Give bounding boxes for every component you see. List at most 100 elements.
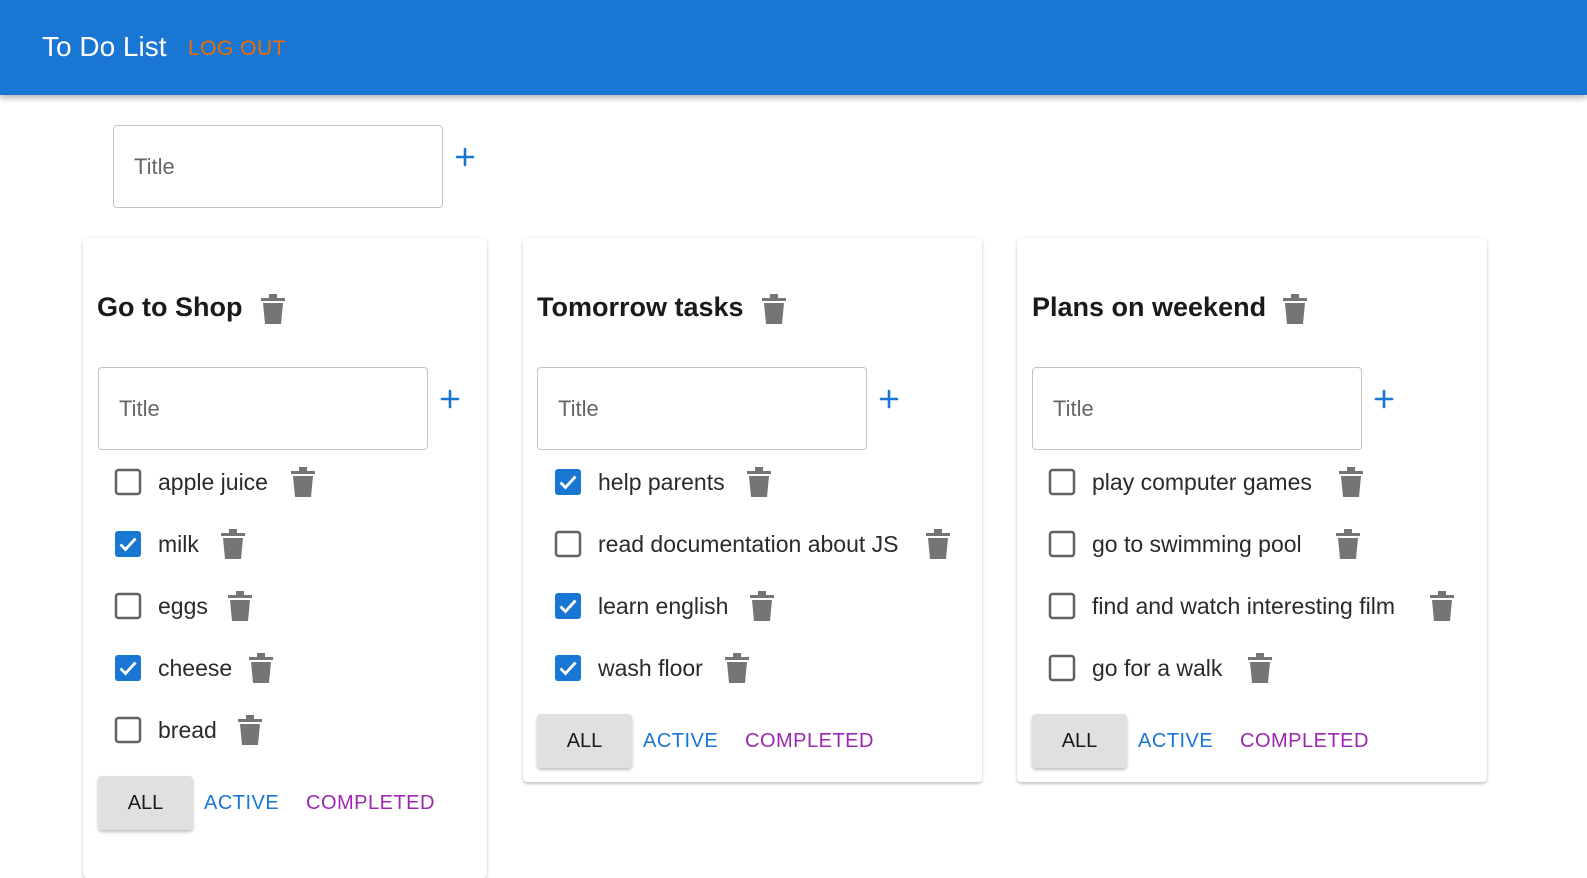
trash-icon	[1283, 294, 1307, 324]
trash-icon	[750, 591, 774, 621]
task-label: bread	[158, 717, 217, 743]
task-checkbox[interactable]	[114, 716, 142, 744]
trash-icon	[238, 715, 262, 745]
plus-icon	[455, 147, 475, 167]
unchecked-box-icon	[1048, 592, 1076, 620]
delete-list-button[interactable]	[762, 294, 786, 324]
delete-task-button[interactable]	[750, 591, 774, 621]
delete-task-button[interactable]	[1430, 591, 1454, 621]
trash-icon	[1248, 653, 1272, 683]
task-item: play computer games	[1048, 462, 1468, 502]
task-label: find and watch interesting film	[1092, 593, 1395, 619]
add-task-button[interactable]	[872, 382, 906, 416]
task-label: apple juice	[158, 469, 268, 495]
task-checkbox[interactable]	[554, 592, 582, 620]
task-title-field[interactable]	[537, 367, 867, 450]
task-label: help parents	[598, 469, 725, 495]
task-item: wash floor	[554, 648, 954, 688]
task-title-field[interactable]	[98, 367, 428, 450]
delete-task-button[interactable]	[291, 467, 315, 497]
task-item: apple juice	[114, 462, 414, 502]
task-checkbox[interactable]	[114, 654, 142, 682]
unchecked-box-icon	[114, 716, 142, 744]
trash-icon	[762, 294, 786, 324]
filter-active-button[interactable]: ACTIVE	[204, 791, 279, 815]
delete-task-button[interactable]	[228, 591, 252, 621]
task-label: cheese	[158, 655, 233, 681]
task-checkbox[interactable]	[554, 530, 582, 558]
list-title: Go to Shop	[97, 292, 243, 322]
todo-list-card: Tomorrow tasks help parents read documen…	[523, 238, 982, 782]
filter-all-button[interactable]: ALL	[1032, 714, 1127, 768]
task-checkbox[interactable]	[1048, 654, 1076, 682]
checked-box-icon	[115, 655, 141, 681]
task-title-field[interactable]	[1032, 367, 1362, 450]
unchecked-box-icon	[114, 468, 142, 496]
filter-completed-button[interactable]: COMPLETED	[306, 791, 435, 815]
add-task-button[interactable]	[1367, 382, 1401, 416]
todo-list-card: Plans on weekend play computer games go …	[1017, 238, 1487, 782]
delete-task-button[interactable]	[221, 529, 245, 559]
task-checkbox[interactable]	[1048, 530, 1076, 558]
add-list-button[interactable]	[448, 140, 482, 174]
task-checkbox[interactable]	[1048, 468, 1076, 496]
task-title-input[interactable]	[99, 368, 427, 449]
todo-list-card: Go to Shop apple juice milk eggs	[83, 238, 487, 878]
plus-icon	[879, 389, 899, 409]
list-title: Plans on weekend	[1032, 292, 1267, 322]
filter-all-button[interactable]: ALL	[537, 714, 632, 768]
add-task-button[interactable]	[433, 382, 467, 416]
new-list-title-input[interactable]	[114, 126, 442, 207]
task-checkbox[interactable]	[554, 654, 582, 682]
delete-task-button[interactable]	[747, 467, 771, 497]
delete-task-button[interactable]	[926, 529, 950, 559]
task-item: go for a walk	[1048, 648, 1468, 688]
delete-task-button[interactable]	[1339, 467, 1363, 497]
filter-completed-button[interactable]: COMPLETED	[1240, 729, 1369, 753]
filter-active-button[interactable]: ACTIVE	[1138, 729, 1213, 753]
unchecked-box-icon	[114, 592, 142, 620]
delete-list-button[interactable]	[261, 294, 285, 324]
app-bar: To Do List LOG OUT	[0, 0, 1587, 95]
trash-icon	[747, 467, 771, 497]
delete-task-button[interactable]	[249, 653, 273, 683]
delete-task-button[interactable]	[1336, 529, 1360, 559]
task-checkbox[interactable]	[114, 592, 142, 620]
plus-icon	[440, 389, 460, 409]
task-item: learn english	[554, 586, 954, 626]
task-title-input[interactable]	[538, 368, 866, 449]
trash-icon	[1339, 467, 1363, 497]
filter-all-button[interactable]: ALL	[98, 776, 193, 830]
task-label: learn english	[598, 593, 729, 619]
task-checkbox[interactable]	[554, 468, 582, 496]
logout-button[interactable]: LOG OUT	[188, 37, 286, 61]
app-title: To Do List	[42, 31, 167, 62]
filter-active-button[interactable]: ACTIVE	[643, 729, 718, 753]
delete-task-button[interactable]	[238, 715, 262, 745]
delete-task-button[interactable]	[725, 653, 749, 683]
task-title-input[interactable]	[1033, 368, 1361, 449]
filter-completed-button[interactable]: COMPLETED	[745, 729, 874, 753]
task-item: read documentation about JS	[554, 524, 954, 564]
task-item: help parents	[554, 462, 954, 502]
task-label: wash floor	[598, 655, 703, 681]
checked-box-icon	[115, 531, 141, 557]
trash-icon	[725, 653, 749, 683]
task-checkbox[interactable]	[1048, 592, 1076, 620]
task-label: go to swimming pool	[1092, 531, 1302, 557]
trash-icon	[249, 653, 273, 683]
trash-icon	[1336, 529, 1360, 559]
task-item: cheese	[114, 648, 414, 688]
delete-list-button[interactable]	[1283, 294, 1307, 324]
unchecked-box-icon	[1048, 468, 1076, 496]
task-label: milk	[158, 531, 199, 557]
task-label: read documentation about JS	[598, 531, 899, 557]
delete-task-button[interactable]	[1248, 653, 1272, 683]
new-list-title-field[interactable]	[113, 125, 443, 208]
unchecked-box-icon	[1048, 530, 1076, 558]
task-checkbox[interactable]	[114, 530, 142, 558]
task-checkbox[interactable]	[114, 468, 142, 496]
task-item: bread	[114, 710, 414, 750]
task-label: play computer games	[1092, 469, 1312, 495]
trash-icon	[228, 591, 252, 621]
